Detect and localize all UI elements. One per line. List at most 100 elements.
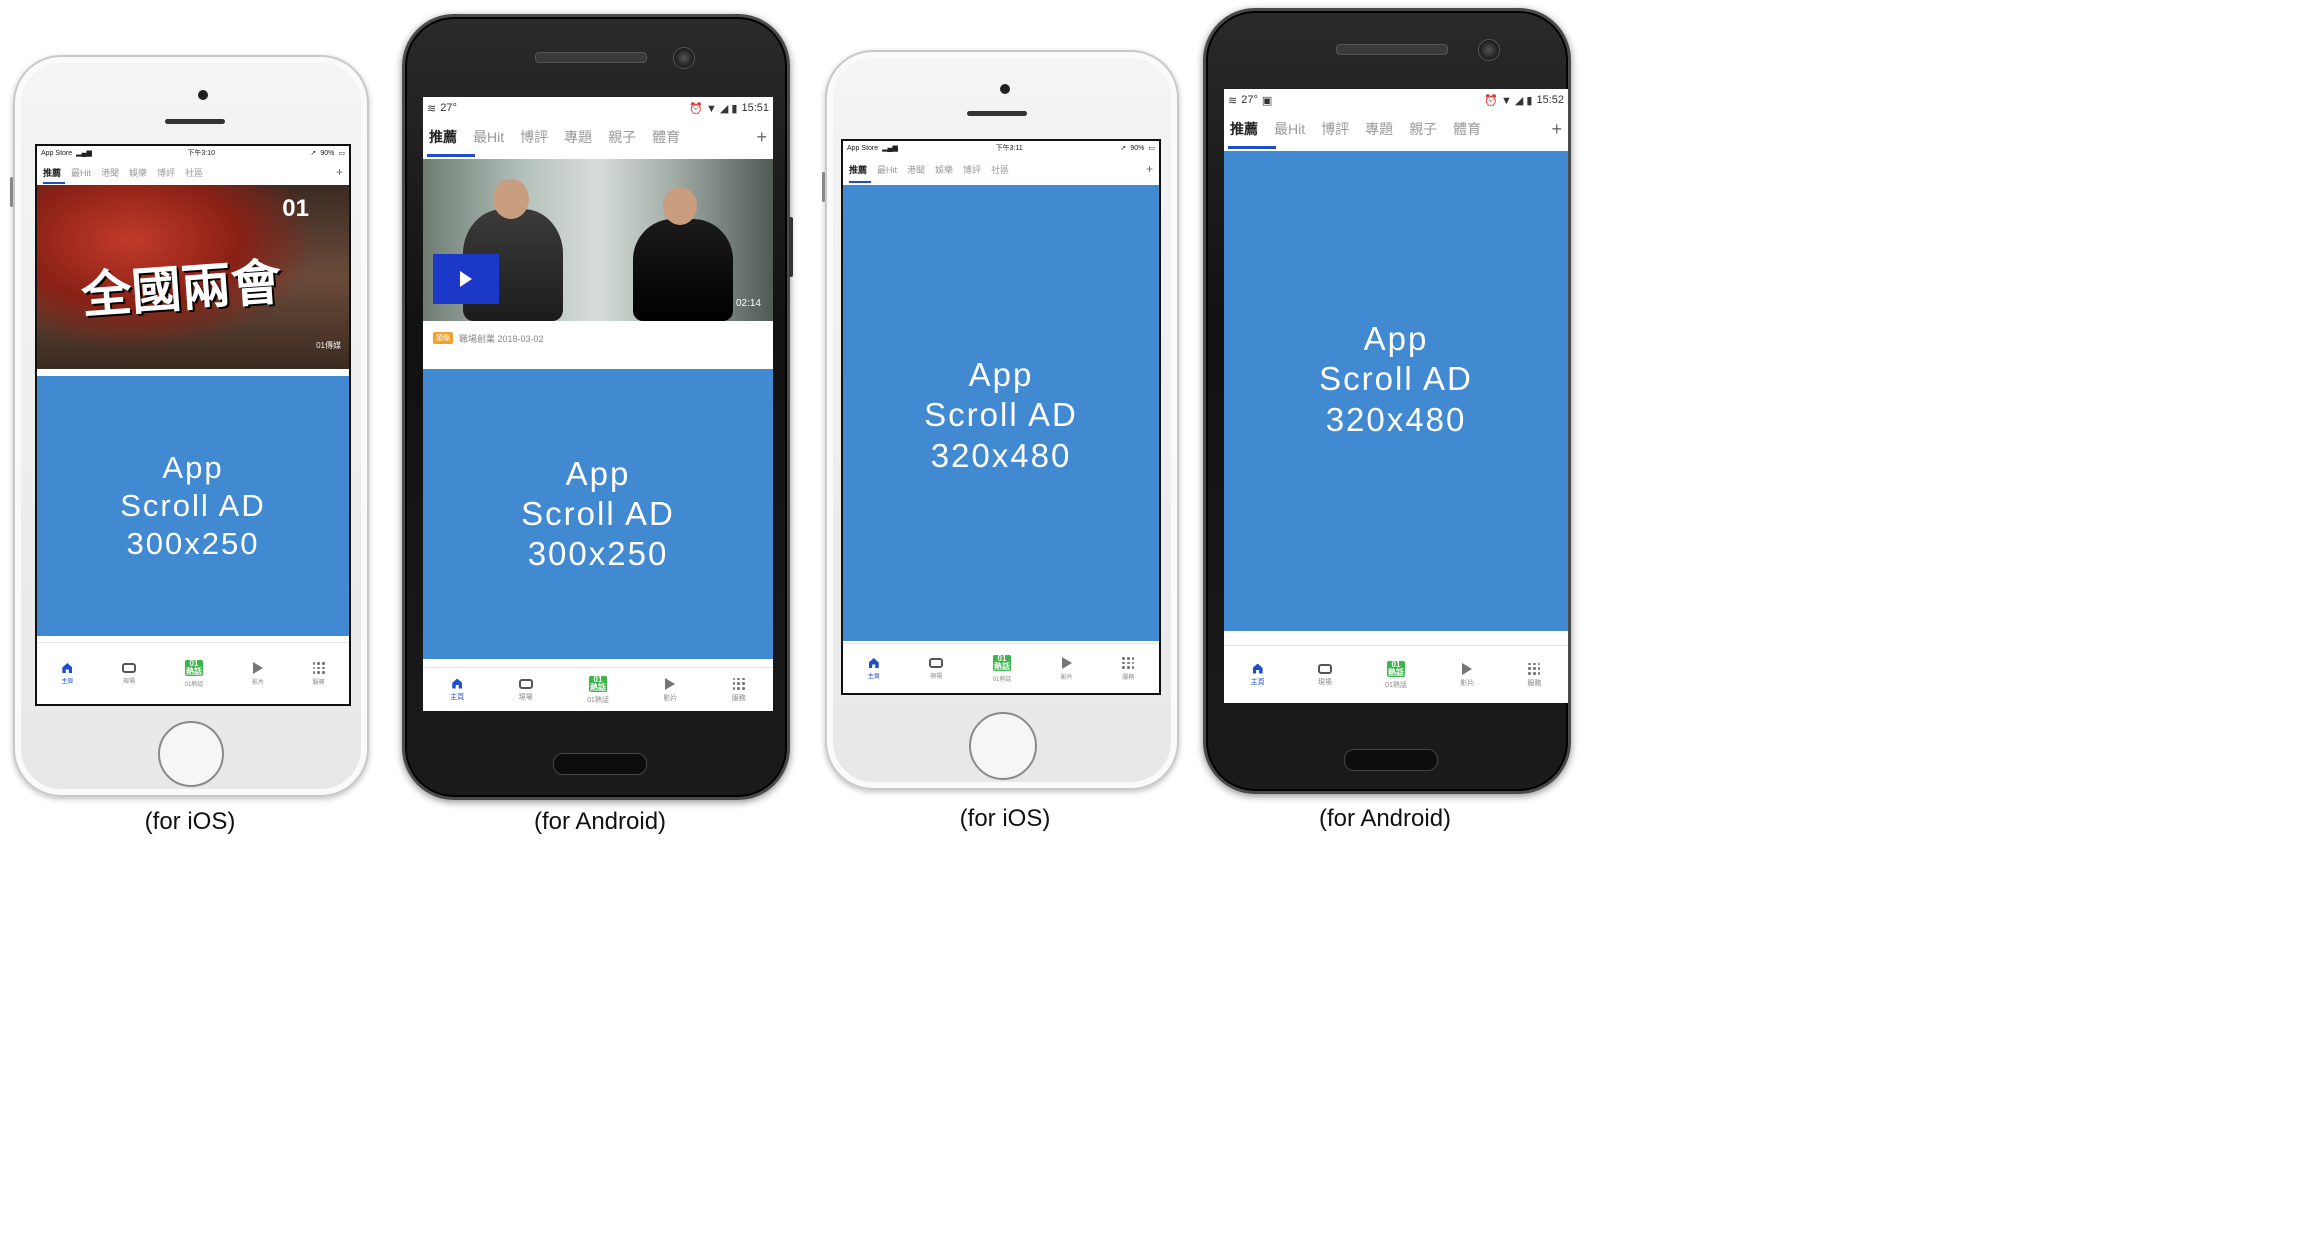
active-tab-indicator <box>43 182 65 184</box>
tab-hit[interactable]: 最Hit <box>473 127 504 147</box>
caption-android-1: (for Android) <box>533 808 667 835</box>
nav-video[interactable]: 影片 <box>1460 662 1474 688</box>
tab-hit[interactable]: 最Hit <box>1274 119 1305 139</box>
nav-01-trending[interactable]: 01 熱話 01熱話 <box>587 674 609 705</box>
add-tab-button[interactable]: + <box>336 165 343 179</box>
earpiece-speaker <box>535 52 647 63</box>
iphone-mockup-2: App Store ▂▄▆ 下午3:11 ➚ 90% ▭ 推薦 最Hit 港聞 娛樂 … <box>822 50 1179 790</box>
tab-recommended[interactable]: 推薦 <box>429 127 457 147</box>
nav-live[interactable]: 現場 <box>518 678 533 702</box>
category-tabs: 推薦 最Hit 港聞 娛樂 博評 社區 + <box>843 155 1159 183</box>
front-camera <box>198 90 208 100</box>
tab-recommended[interactable]: 推薦 <box>43 166 61 179</box>
ad-label-size: 320x480 <box>1325 400 1467 438</box>
add-tab-button[interactable]: + <box>1551 119 1562 140</box>
tab-opinion[interactable]: 博評 <box>1321 119 1349 139</box>
front-camera <box>673 47 695 69</box>
nav-01-trending[interactable]: 01 熱話 01熱話 <box>992 654 1012 684</box>
android-mockup-1: ≋ 27° ⏰ ▼ ◢ ▮ 15:51 推薦 最Hit 博評 專題 親子 體育 + … <box>402 14 793 800</box>
nav-services[interactable]: 服務 <box>1527 662 1541 688</box>
earpiece-speaker <box>165 119 225 124</box>
status-bar: ≋ 27° ▣ ⏰ ▼ ◢ ▮ 15:52 <box>1224 89 1568 111</box>
status-time: 下午3:11 <box>995 145 1023 152</box>
nav-home[interactable]: 主頁 <box>450 678 464 702</box>
status-time: 15:52 <box>1536 94 1564 106</box>
status-bar: App Store ▂▄▆ 下午3:10 ➚ 90% ▭ <box>37 146 349 160</box>
bottom-nav: 主頁 現場 01 熱話 01熱話 影片 服務 <box>843 643 1159 693</box>
nav-services[interactable]: 服務 <box>312 662 325 686</box>
grid-icon <box>732 677 745 690</box>
video-duration: 02:14 <box>735 298 761 309</box>
nav-video[interactable]: 影片 <box>252 662 264 686</box>
nav-video[interactable]: 影片 <box>1061 657 1073 681</box>
iphone-mockup-1: App Store ▂▄▆ 下午3:10 ➚ 90% ▭ 推薦 最Hit 港聞 娛樂 … <box>10 55 369 797</box>
tab-opinion[interactable]: 博評 <box>963 163 981 176</box>
tab-local-news[interactable]: 港聞 <box>907 163 925 176</box>
nav-live[interactable]: 現場 <box>1317 663 1332 687</box>
nav-home[interactable]: 主頁 <box>1251 663 1265 687</box>
tab-hit[interactable]: 最Hit <box>71 166 91 179</box>
app-store-back-link[interactable]: App Store <box>41 150 72 157</box>
tab-local-news[interactable]: 港聞 <box>101 166 119 179</box>
category-tabs: 推薦 最Hit 港聞 娛樂 博評 社區 + <box>37 160 349 184</box>
tab-recommended[interactable]: 推薦 <box>849 163 867 176</box>
tab-parenting[interactable]: 親子 <box>1409 119 1437 139</box>
01-trending-icon: 01 熱話 <box>184 659 203 676</box>
home-button[interactable] <box>969 712 1037 780</box>
tab-topics[interactable]: 專題 <box>564 127 592 147</box>
signal-icon: ▂▄▆ <box>76 150 92 157</box>
add-tab-button[interactable]: + <box>1146 162 1153 176</box>
status-icons: ⏰ ▼ ◢ ▮ <box>1484 94 1533 107</box>
01-trending-icon: 01 熱話 <box>588 674 607 692</box>
volume-button <box>10 177 13 207</box>
tab-parenting[interactable]: 親子 <box>608 127 636 147</box>
ad-label-app: App <box>162 450 224 486</box>
home-button[interactable] <box>158 721 224 787</box>
tab-community[interactable]: 社區 <box>991 163 1009 176</box>
play-icon <box>460 271 472 287</box>
add-tab-button[interactable]: + <box>756 127 767 148</box>
play-button[interactable] <box>433 254 499 304</box>
phone-screen: ≋ 27° ▣ ⏰ ▼ ◢ ▮ 15:52 推薦 最Hit 博評 專題 親子 體育 +… <box>1224 89 1568 703</box>
status-time: 下午3:10 <box>187 150 215 157</box>
app-store-back-link[interactable]: App Store <box>847 145 878 152</box>
nav-home[interactable]: 主頁 <box>868 658 880 680</box>
scroll-ad-placeholder[interactable]: App Scroll AD 300x250 <box>37 376 349 636</box>
nav-home[interactable]: 主頁 <box>61 663 73 685</box>
tab-topics[interactable]: 專題 <box>1365 119 1393 139</box>
news-meta-text: 職場創業 2018-03-02 <box>459 333 544 344</box>
news-video-thumbnail[interactable]: 02:14 <box>423 159 773 321</box>
nav-live[interactable]: 現場 <box>929 658 944 680</box>
tv-icon <box>1317 663 1332 674</box>
scroll-ad-placeholder[interactable]: App Scroll AD 300x250 <box>423 369 773 659</box>
play-icon <box>252 662 263 674</box>
tab-opinion[interactable]: 博評 <box>520 127 548 147</box>
ad-label-type: Scroll AD <box>120 488 266 524</box>
tab-sports[interactable]: 體育 <box>1453 119 1481 139</box>
home-button[interactable] <box>553 753 647 775</box>
tab-community[interactable]: 社區 <box>185 166 203 179</box>
tab-entertainment[interactable]: 娛樂 <box>935 163 953 176</box>
tab-recommended[interactable]: 推薦 <box>1230 119 1258 139</box>
active-tab-indicator <box>849 181 871 183</box>
nav-live[interactable]: 現場 <box>121 663 136 685</box>
01-trending-icon: 01 熱話 <box>992 654 1011 671</box>
tab-entertainment[interactable]: 娛樂 <box>129 166 147 179</box>
tab-hit[interactable]: 最Hit <box>877 163 897 176</box>
tab-sports[interactable]: 體育 <box>652 127 680 147</box>
tab-opinion[interactable]: 博評 <box>157 166 175 179</box>
ad-label-type: Scroll AD <box>521 494 675 532</box>
nav-services[interactable]: 服務 <box>732 677 746 703</box>
scroll-ad-placeholder[interactable]: App Scroll AD 320x480 <box>1224 151 1568 631</box>
scroll-ad-placeholder[interactable]: App Scroll AD 320x480 <box>843 185 1159 641</box>
tv-icon <box>121 663 136 673</box>
gallery-icon: ▣ <box>1261 94 1273 107</box>
nav-01-trending[interactable]: 01 熱話 01熱話 <box>184 659 204 689</box>
nav-video[interactable]: 影片 <box>663 677 677 703</box>
caption-android-2: (for Android) <box>1318 805 1452 832</box>
nav-services[interactable]: 服務 <box>1122 657 1134 681</box>
home-button[interactable] <box>1344 749 1438 771</box>
news-hero-image[interactable]: 全國兩會 01 01傳媒 <box>37 185 349 369</box>
nav-01-trending[interactable]: 01 熱話 01熱話 <box>1385 660 1407 690</box>
ad-label-type: Scroll AD <box>1319 360 1473 398</box>
